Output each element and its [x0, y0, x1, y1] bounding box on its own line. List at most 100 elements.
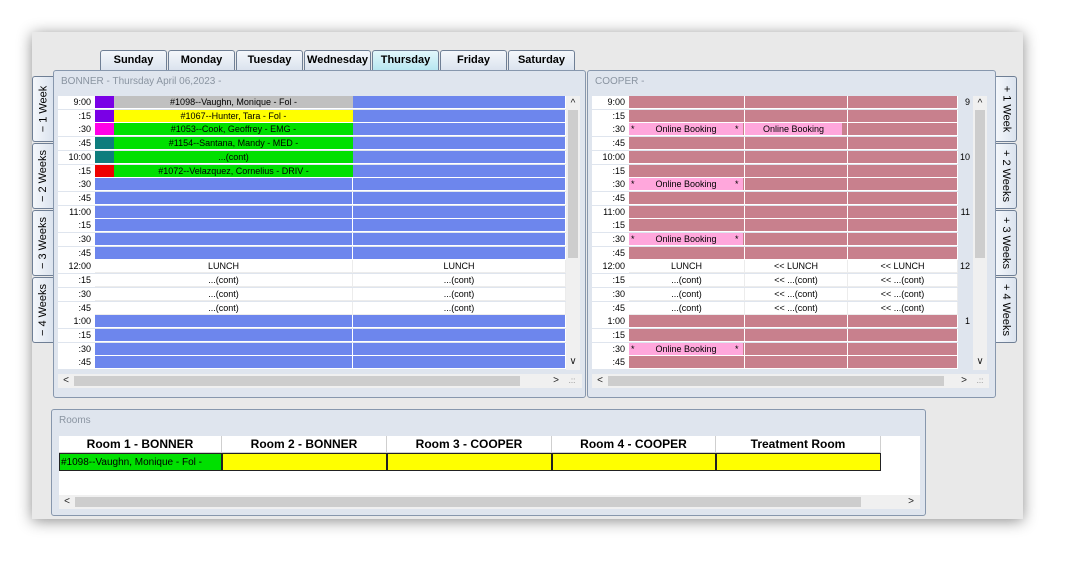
online-booking-slot[interactable]: Online Booking: [745, 123, 842, 137]
open-slot[interactable]: [353, 178, 566, 192]
open-slot[interactable]: [745, 96, 848, 109]
minus-4-weeks-tab[interactable]: − 4 Weeks: [32, 277, 53, 343]
open-slot[interactable]: [745, 178, 848, 192]
open-slot[interactable]: [95, 328, 353, 342]
open-slot[interactable]: [745, 356, 848, 370]
appointment-slot[interactable]: #1053--Cook, Geoffrey - EMG -: [114, 123, 353, 137]
open-slot[interactable]: [629, 219, 745, 233]
open-slot[interactable]: [95, 356, 353, 370]
treatment-room-occupant[interactable]: [716, 453, 881, 471]
open-slot[interactable]: [745, 246, 848, 260]
open-slot[interactable]: [745, 219, 848, 233]
open-slot[interactable]: [353, 205, 566, 219]
open-slot[interactable]: [848, 219, 958, 233]
open-slot[interactable]: [629, 328, 745, 342]
minus-1-week-tab[interactable]: − 1 Week: [32, 76, 53, 142]
lunch-slot[interactable]: ...(cont): [95, 287, 353, 301]
open-slot[interactable]: [353, 150, 566, 164]
online-booking-slot[interactable]: Online Booking: [629, 178, 743, 192]
open-slot[interactable]: [745, 164, 848, 178]
open-slot[interactable]: [629, 109, 745, 123]
plus-2-weeks-tab[interactable]: + 2 Weeks: [996, 143, 1017, 209]
scroll-up-icon[interactable]: ^: [974, 98, 986, 110]
scroll-left-icon[interactable]: <: [61, 496, 73, 508]
cooper-vscroll-thumb[interactable]: [975, 110, 985, 258]
cooper-vertical-scrollbar[interactable]: ^ ∨: [973, 96, 987, 370]
lunch-slot[interactable]: LUNCH: [95, 260, 353, 274]
open-slot[interactable]: [745, 137, 848, 151]
bonner-vertical-scrollbar[interactable]: ^ ∨: [566, 96, 580, 370]
open-slot[interactable]: [848, 178, 958, 192]
open-slot[interactable]: [353, 328, 566, 342]
open-slot[interactable]: [95, 315, 353, 329]
online-booking-slot[interactable]: Online Booking: [629, 342, 743, 356]
cooper-hscroll-thumb[interactable]: [608, 376, 944, 386]
lunch-slot[interactable]: LUNCH: [629, 260, 745, 274]
open-slot[interactable]: [848, 233, 958, 246]
bonner-vscroll-thumb[interactable]: [568, 110, 578, 258]
room-4-occupant[interactable]: [552, 453, 716, 471]
plus-1-week-tab[interactable]: + 1 Week: [996, 76, 1017, 142]
open-slot[interactable]: [353, 123, 566, 137]
rooms-horizontal-scrollbar[interactable]: < >: [59, 495, 920, 509]
open-slot[interactable]: [353, 164, 566, 178]
plus-4-weeks-tab[interactable]: + 4 Weeks: [996, 277, 1017, 343]
open-slot[interactable]: [629, 246, 745, 260]
lunch-slot[interactable]: ...(cont): [629, 287, 745, 301]
lunch-slot[interactable]: LUNCH: [353, 260, 566, 274]
lunch-slot[interactable]: ...(cont): [95, 274, 353, 288]
scroll-right-icon[interactable]: >: [958, 375, 970, 387]
lunch-slot[interactable]: ...(cont): [353, 287, 566, 301]
tab-sunday[interactable]: Sunday: [100, 50, 167, 70]
lunch-slot[interactable]: ...(cont): [629, 274, 745, 288]
open-slot[interactable]: [848, 191, 958, 205]
online-booking-slot[interactable]: Online Booking: [629, 233, 743, 246]
open-slot[interactable]: [95, 205, 353, 219]
tab-wednesday[interactable]: Wednesday: [304, 50, 371, 70]
scroll-up-icon[interactable]: ^: [567, 98, 579, 110]
open-slot[interactable]: [629, 315, 745, 329]
cooper-horizontal-scrollbar[interactable]: < > .::: [592, 374, 989, 388]
open-slot[interactable]: [745, 150, 848, 164]
open-slot[interactable]: [848, 109, 958, 123]
resize-grip-icon[interactable]: .::: [974, 375, 986, 387]
lunch-slot[interactable]: ...(cont): [629, 301, 745, 315]
open-slot[interactable]: [848, 356, 958, 370]
open-slot[interactable]: [848, 246, 958, 260]
open-slot[interactable]: [848, 328, 958, 342]
lunch-slot[interactable]: << ...(cont): [848, 301, 958, 315]
lunch-slot[interactable]: ...(cont): [353, 274, 566, 288]
open-slot[interactable]: [95, 342, 353, 356]
room-1-occupant[interactable]: #1098--Vaughn, Monique - Fol -: [59, 453, 222, 471]
lunch-slot[interactable]: << LUNCH: [848, 260, 958, 274]
open-slot[interactable]: [745, 205, 848, 219]
scroll-down-icon[interactable]: ∨: [567, 356, 579, 368]
open-slot[interactable]: [848, 150, 958, 164]
open-slot[interactable]: [353, 219, 566, 233]
lunch-slot[interactable]: << ...(cont): [745, 301, 848, 315]
bonner-hscroll-thumb[interactable]: [74, 376, 520, 386]
open-slot[interactable]: [629, 164, 745, 178]
open-slot[interactable]: [848, 315, 958, 329]
scroll-right-icon[interactable]: >: [905, 496, 917, 508]
tab-tuesday[interactable]: Tuesday: [236, 50, 303, 70]
minus-3-weeks-tab[interactable]: − 3 Weeks: [32, 210, 53, 276]
lunch-slot[interactable]: ...(cont): [353, 301, 566, 315]
scroll-down-icon[interactable]: ∨: [974, 356, 986, 368]
open-slot[interactable]: [745, 342, 848, 356]
open-slot[interactable]: [353, 342, 566, 356]
open-slot[interactable]: [353, 233, 566, 246]
open-slot[interactable]: [353, 315, 566, 329]
open-slot[interactable]: [848, 342, 958, 356]
open-slot[interactable]: [848, 123, 958, 137]
open-slot[interactable]: [629, 191, 745, 205]
appointment-slot[interactable]: #1067--Hunter, Tara - Fol -: [114, 109, 353, 123]
open-slot[interactable]: [848, 137, 958, 151]
appointment-slot[interactable]: #1154--Santana, Mandy - MED -: [114, 137, 353, 151]
open-slot[interactable]: [745, 109, 848, 123]
open-slot[interactable]: [95, 191, 353, 205]
open-slot[interactable]: [745, 191, 848, 205]
open-slot[interactable]: [745, 315, 848, 329]
appointment-slot[interactable]: #1098--Vaughn, Monique - Fol -: [114, 96, 353, 109]
room-3-occupant[interactable]: [387, 453, 552, 471]
